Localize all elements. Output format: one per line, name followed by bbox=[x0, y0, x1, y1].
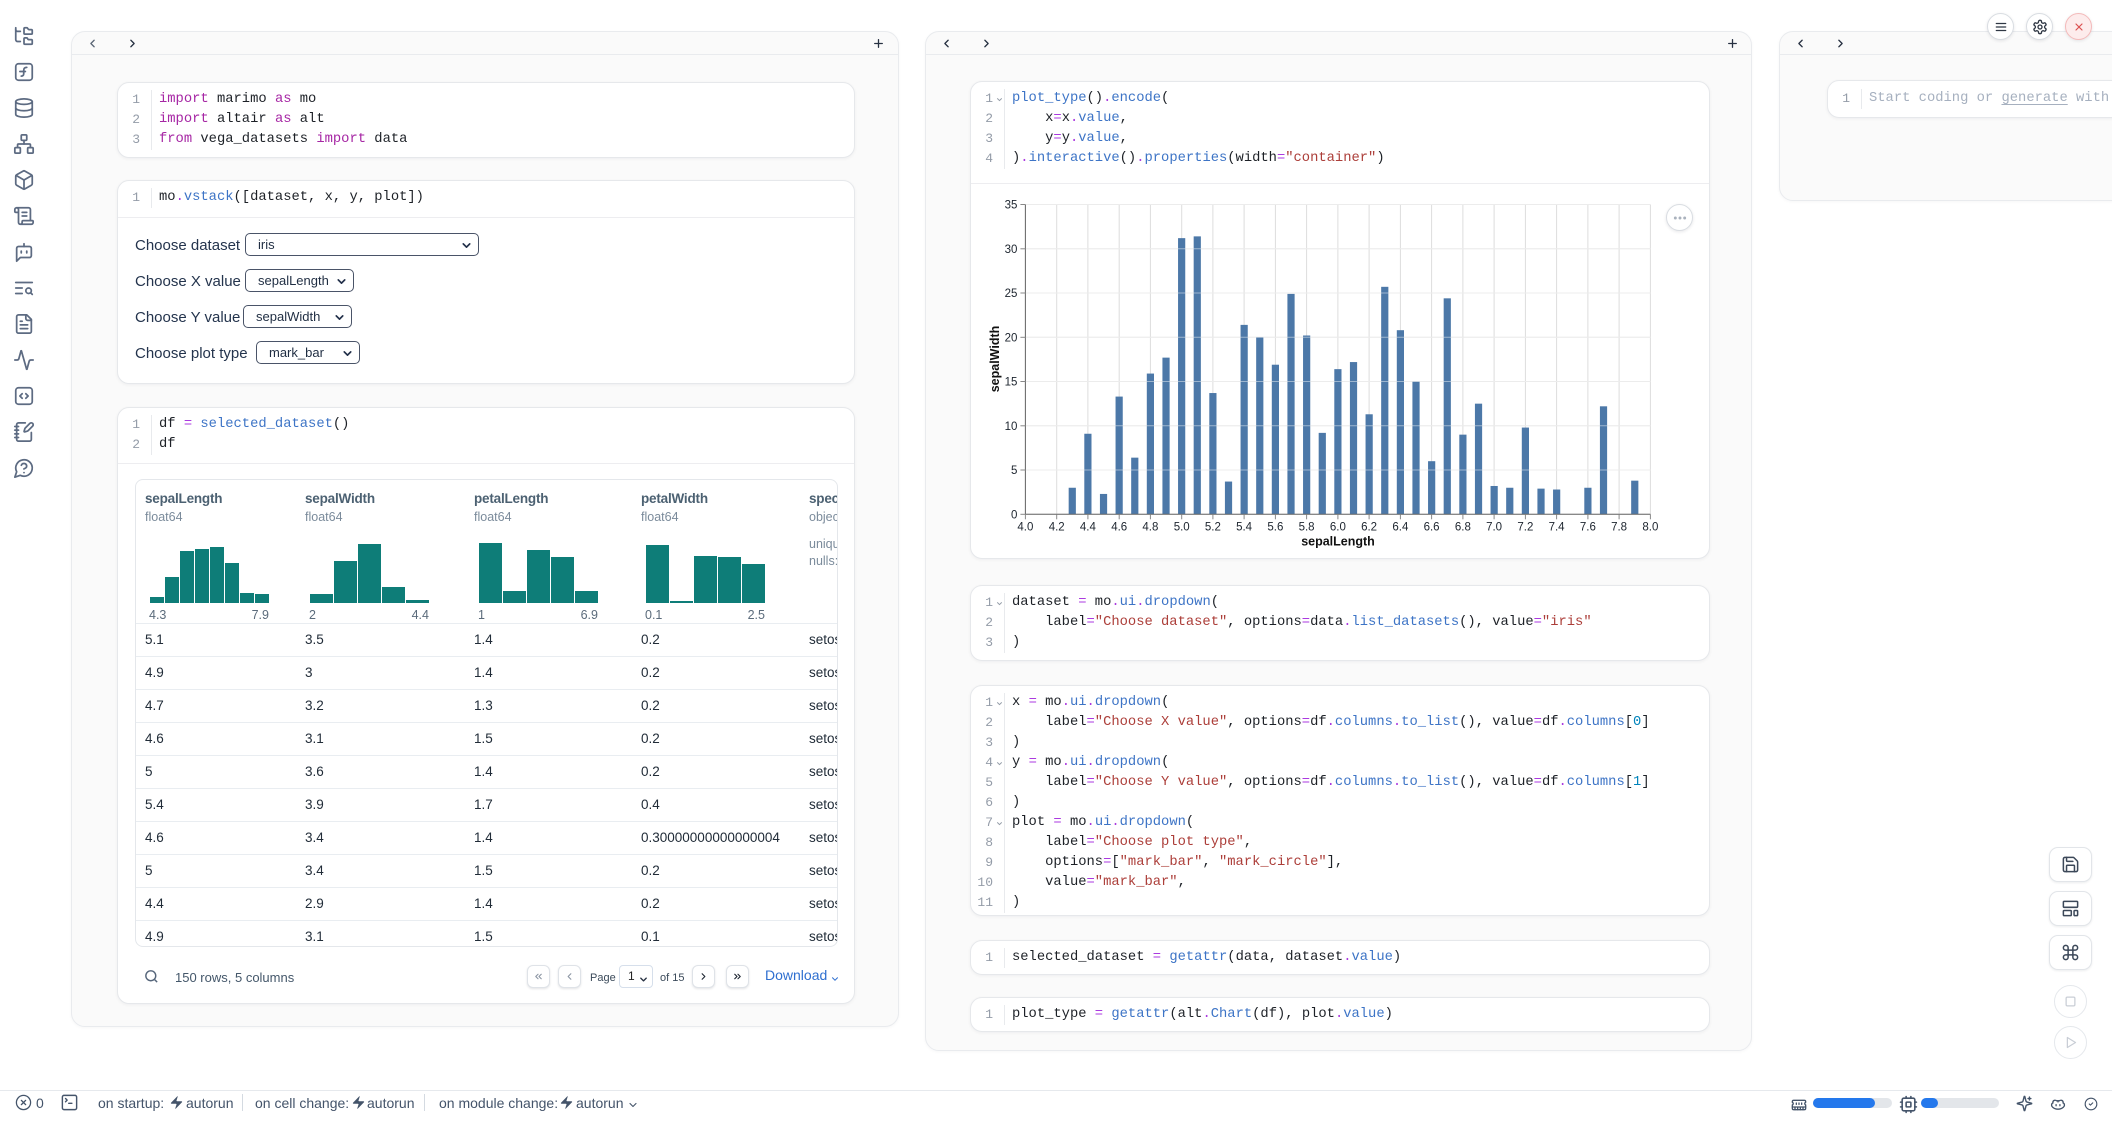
svg-text:5.6: 5.6 bbox=[1267, 521, 1283, 533]
svg-text:5.8: 5.8 bbox=[1299, 521, 1315, 533]
svg-text:6.2: 6.2 bbox=[1361, 521, 1377, 533]
svg-text:7.0: 7.0 bbox=[1486, 521, 1502, 533]
svg-text:0: 0 bbox=[1011, 509, 1017, 521]
svg-text:10: 10 bbox=[1005, 421, 1018, 433]
svg-text:4.4: 4.4 bbox=[1080, 521, 1097, 533]
svg-text:4.0: 4.0 bbox=[1017, 521, 1033, 533]
svg-text:sepalWidth: sepalWidth bbox=[988, 326, 1002, 393]
svg-text:sepalLength: sepalLength bbox=[1301, 534, 1375, 548]
svg-text:7.2: 7.2 bbox=[1517, 521, 1533, 533]
svg-text:6.4: 6.4 bbox=[1392, 521, 1409, 533]
svg-text:7.6: 7.6 bbox=[1580, 521, 1596, 533]
svg-text:20: 20 bbox=[1005, 332, 1018, 344]
svg-text:7.8: 7.8 bbox=[1611, 521, 1627, 533]
svg-text:6.6: 6.6 bbox=[1424, 521, 1440, 533]
svg-text:4.6: 4.6 bbox=[1111, 521, 1127, 533]
svg-text:25: 25 bbox=[1005, 288, 1018, 300]
svg-text:4.8: 4.8 bbox=[1142, 521, 1158, 533]
svg-text:30: 30 bbox=[1005, 244, 1018, 256]
svg-text:8.0: 8.0 bbox=[1642, 521, 1658, 533]
svg-text:5.4: 5.4 bbox=[1236, 521, 1253, 533]
svg-text:15: 15 bbox=[1005, 377, 1018, 389]
svg-text:6.8: 6.8 bbox=[1455, 521, 1471, 533]
svg-text:5: 5 bbox=[1011, 465, 1017, 477]
svg-text:35: 35 bbox=[1005, 200, 1018, 212]
svg-text:4.2: 4.2 bbox=[1049, 521, 1065, 533]
svg-text:7.4: 7.4 bbox=[1549, 521, 1566, 533]
svg-text:6.0: 6.0 bbox=[1330, 521, 1346, 533]
svg-text:5.0: 5.0 bbox=[1174, 521, 1190, 533]
svg-text:5.2: 5.2 bbox=[1205, 521, 1221, 533]
